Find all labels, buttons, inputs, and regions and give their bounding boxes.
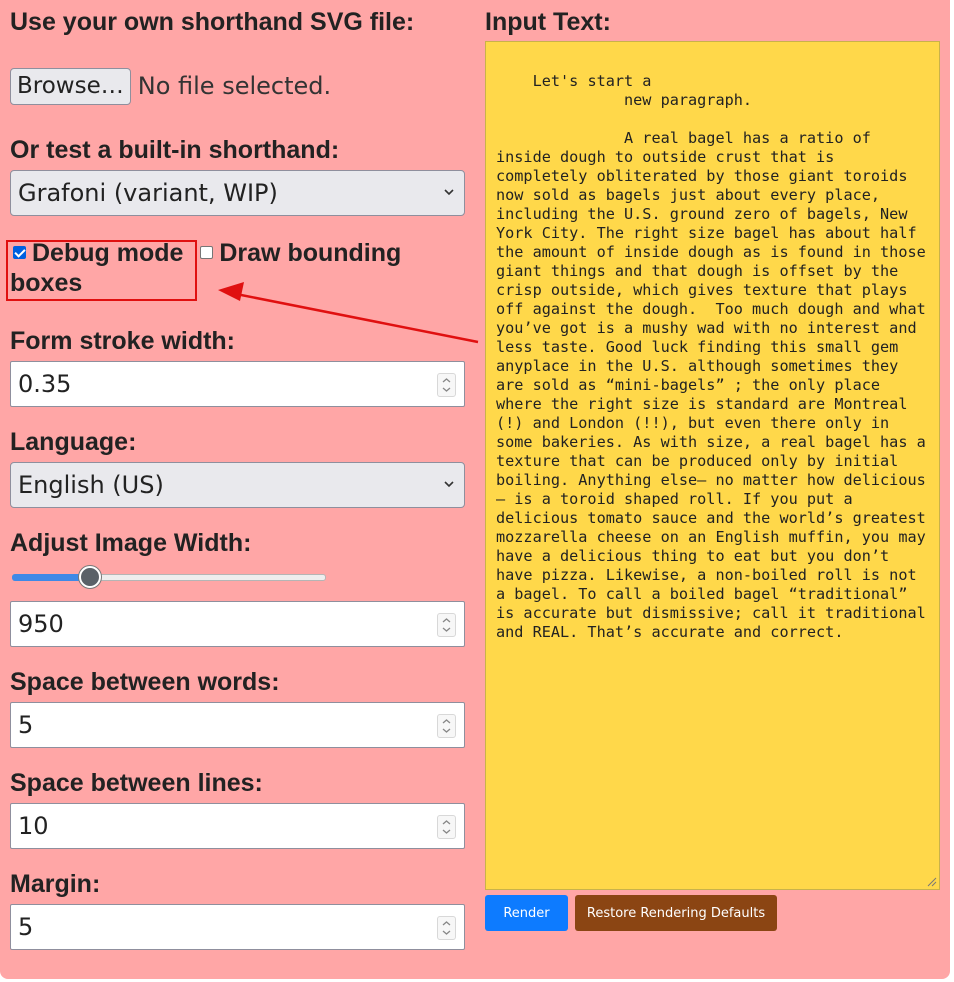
line-space-label: Space between lines: — [10, 769, 263, 797]
spinner-icon[interactable] — [437, 613, 456, 637]
chevron-down-icon — [444, 189, 454, 196]
shorthand-select-value: Grafoni (variant, WIP) — [18, 179, 278, 207]
restore-defaults-button[interactable]: Restore Rendering Defaults — [575, 895, 777, 931]
settings-panel: Use your own shorthand SVG file: Browse…… — [0, 0, 950, 979]
shorthand-select[interactable]: Grafoni (variant, WIP) — [10, 170, 465, 216]
chevron-down-icon — [444, 481, 454, 488]
line-space-value: 10 — [18, 812, 49, 840]
language-select-value: English (US) — [18, 471, 164, 499]
render-button[interactable]: Render — [485, 895, 568, 931]
image-width-value: 950 — [18, 610, 64, 638]
stroke-width-label: Form stroke width: — [10, 327, 236, 355]
builtin-shorthand-heading: Or test a built-in shorthand: — [10, 136, 340, 164]
input-text-content: Let's start a new paragraph. A real bage… — [496, 72, 926, 641]
input-text-heading: Input Text: — [485, 8, 611, 36]
browse-button[interactable]: Browse… — [10, 67, 131, 105]
input-text-area[interactable]: Let's start a new paragraph. A real bage… — [485, 41, 940, 890]
margin-label: Margin: — [10, 870, 101, 898]
stroke-width-value: 0.35 — [18, 370, 72, 398]
word-space-label: Space between words: — [10, 668, 280, 696]
spinner-icon[interactable] — [437, 815, 456, 839]
file-status: No file selected. — [137, 72, 332, 100]
word-space-input[interactable]: 5 — [10, 702, 465, 748]
svg-file-heading: Use your own shorthand SVG file: — [10, 8, 415, 36]
spinner-icon[interactable] — [437, 714, 456, 738]
image-width-slider[interactable] — [12, 566, 326, 588]
slider-thumb[interactable] — [79, 566, 101, 588]
language-select[interactable]: English (US) — [10, 462, 465, 508]
spinner-icon[interactable] — [437, 916, 456, 940]
bounding-boxes-checkbox[interactable] — [200, 245, 214, 259]
annotation-highlight-box — [6, 240, 197, 301]
language-label: Language: — [10, 428, 137, 456]
resize-grip-icon[interactable] — [927, 877, 937, 887]
line-space-input[interactable]: 10 — [10, 803, 465, 849]
word-space-value: 5 — [18, 711, 34, 739]
image-width-label: Adjust Image Width: — [10, 529, 252, 557]
spinner-icon[interactable] — [437, 373, 456, 397]
image-width-input[interactable]: 950 — [10, 601, 465, 647]
annotation-arrow-icon — [218, 282, 479, 344]
stroke-width-input[interactable]: 0.35 — [10, 361, 465, 407]
margin-input[interactable]: 5 — [10, 904, 465, 950]
margin-value: 5 — [18, 913, 34, 941]
file-picker[interactable]: Browse… No file selected. — [10, 67, 331, 105]
